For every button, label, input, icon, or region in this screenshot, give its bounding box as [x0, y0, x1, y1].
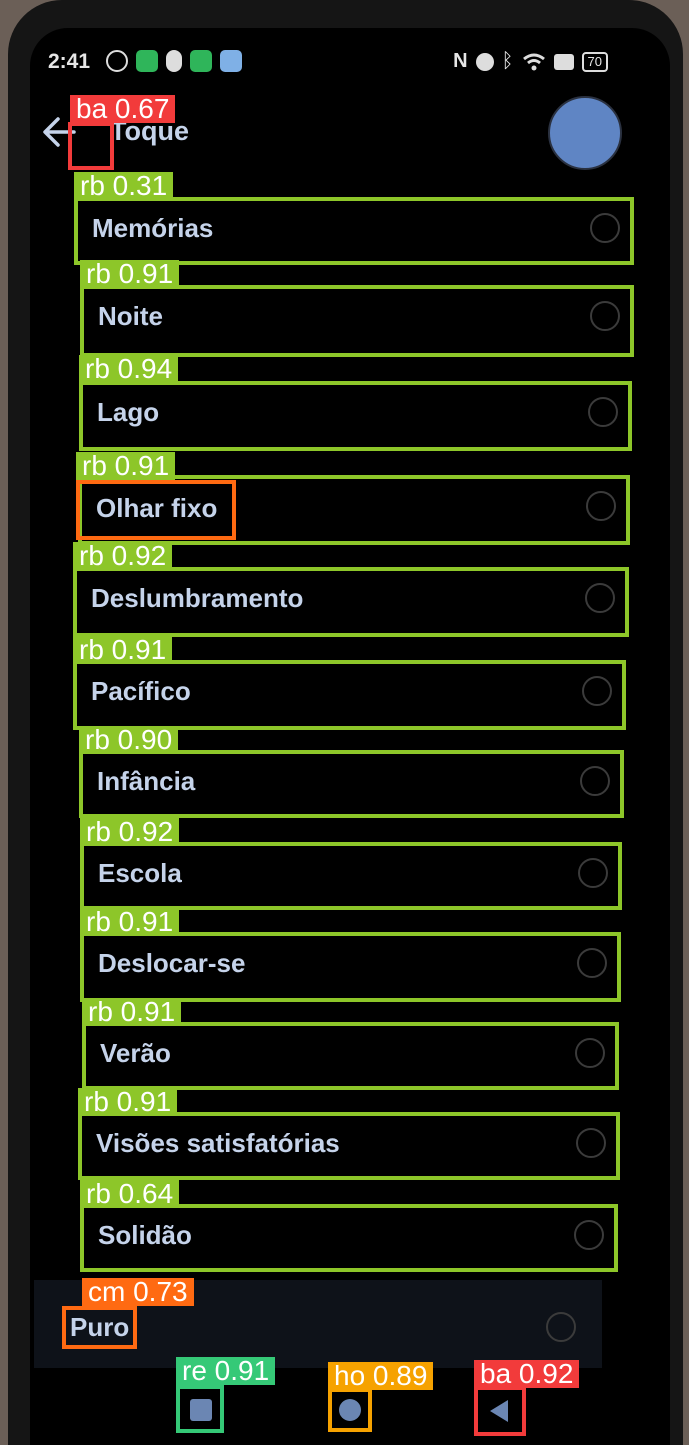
battery-indicator: 70 — [581, 51, 608, 72]
list-item[interactable]: Escola — [80, 842, 622, 910]
list-item-label: Lago — [97, 397, 160, 427]
list-item[interactable]: Lago — [79, 381, 632, 451]
radio-button[interactable] — [577, 948, 607, 978]
radio-button[interactable] — [546, 1312, 576, 1342]
status-time: 2:41 — [48, 50, 91, 73]
list-item[interactable]: Visões satisfatórias — [78, 1112, 620, 1180]
radio-button[interactable] — [576, 1128, 606, 1158]
list-item[interactable]: Memórias — [74, 197, 634, 265]
highlight-box — [76, 480, 236, 540]
detection-label: rb 0.91 — [80, 260, 180, 288]
list-item-label: Memórias — [92, 213, 214, 243]
radio-button[interactable] — [575, 1038, 605, 1068]
status-icons-right: N ᛒ 70 — [453, 50, 608, 73]
detection-label: rb 0.92 — [80, 818, 180, 846]
recents-button[interactable] — [176, 1385, 224, 1433]
wifi-icon — [522, 53, 545, 70]
bug-icon — [166, 50, 182, 72]
list-item-label: Visões satisfatórias — [96, 1128, 340, 1158]
radio-button[interactable] — [582, 676, 612, 706]
detection-label: re 0.91 — [176, 1357, 276, 1385]
circle-icon — [339, 1399, 361, 1421]
detection-label: rb 0.91 — [78, 1088, 178, 1116]
detection-label: rb 0.31 — [74, 172, 174, 200]
nfc-icon: N — [453, 50, 468, 72]
home-button[interactable] — [328, 1388, 372, 1432]
radio-button[interactable] — [580, 766, 610, 796]
app-icon — [190, 50, 212, 72]
nav-back-button[interactable] — [474, 1386, 526, 1436]
detection-label: rb 0.91 — [73, 636, 173, 664]
selected-item-label: Puro — [62, 1306, 138, 1349]
list-item[interactable]: Deslumbramento — [73, 567, 629, 637]
radio-button[interactable] — [578, 858, 608, 888]
list-item-label: Verão — [100, 1038, 171, 1068]
detection-label: rb 0.91 — [76, 452, 176, 480]
alarm-icon — [475, 52, 494, 71]
list-item[interactable]: Noite — [80, 285, 634, 357]
detection-label: rb 0.92 — [73, 542, 173, 570]
square-icon — [190, 1399, 212, 1421]
bluetooth-icon: ᛒ — [501, 50, 514, 72]
radio-button[interactable] — [590, 213, 620, 243]
list-item-label: Noite — [98, 301, 163, 331]
detection-label: rb 0.91 — [80, 908, 180, 936]
radio-button[interactable] — [585, 583, 615, 613]
radio-button[interactable] — [590, 301, 620, 331]
list-item-label: Deslocar-se — [98, 948, 246, 978]
list-item[interactable]: Pacífico — [73, 660, 626, 730]
triangle-back-icon — [490, 1400, 508, 1422]
status-bar: 2:41 N ᛒ 70 — [48, 48, 608, 78]
detection-label: rb 0.90 — [79, 726, 179, 754]
settings-icon — [106, 50, 128, 72]
list-item-label: Deslumbramento — [91, 583, 304, 613]
status-icons-left — [106, 50, 242, 72]
list-item-label: Pacífico — [91, 676, 191, 706]
detection-label: ho 0.89 — [328, 1362, 434, 1390]
list-item-label: Solidão — [98, 1220, 192, 1250]
detection-label: rb 0.91 — [82, 998, 182, 1026]
detection-label: rb 0.94 — [79, 355, 179, 383]
detection-label: ba 0.92 — [474, 1360, 580, 1388]
radio-button[interactable] — [586, 491, 616, 521]
sim-icon — [553, 53, 574, 70]
radio-button[interactable] — [574, 1220, 604, 1250]
app-icon-2 — [220, 50, 242, 72]
list-item[interactable]: Solidão — [80, 1204, 618, 1272]
grid-app-icon — [136, 50, 158, 72]
detection-label: rb 0.64 — [80, 1180, 180, 1208]
avatar[interactable] — [548, 96, 622, 170]
radio-button[interactable] — [588, 397, 618, 427]
list-item-label: Infância — [97, 766, 196, 796]
list-item[interactable]: Verão — [82, 1022, 619, 1090]
list-item[interactable]: Deslocar-se — [80, 932, 621, 1002]
list-item[interactable]: Infância — [79, 750, 624, 818]
list-item-label: Escola — [98, 858, 182, 888]
highlight-box — [68, 122, 114, 170]
detection-label: cm 0.73 — [82, 1278, 194, 1306]
detection-label: ba 0.67 — [70, 95, 176, 123]
